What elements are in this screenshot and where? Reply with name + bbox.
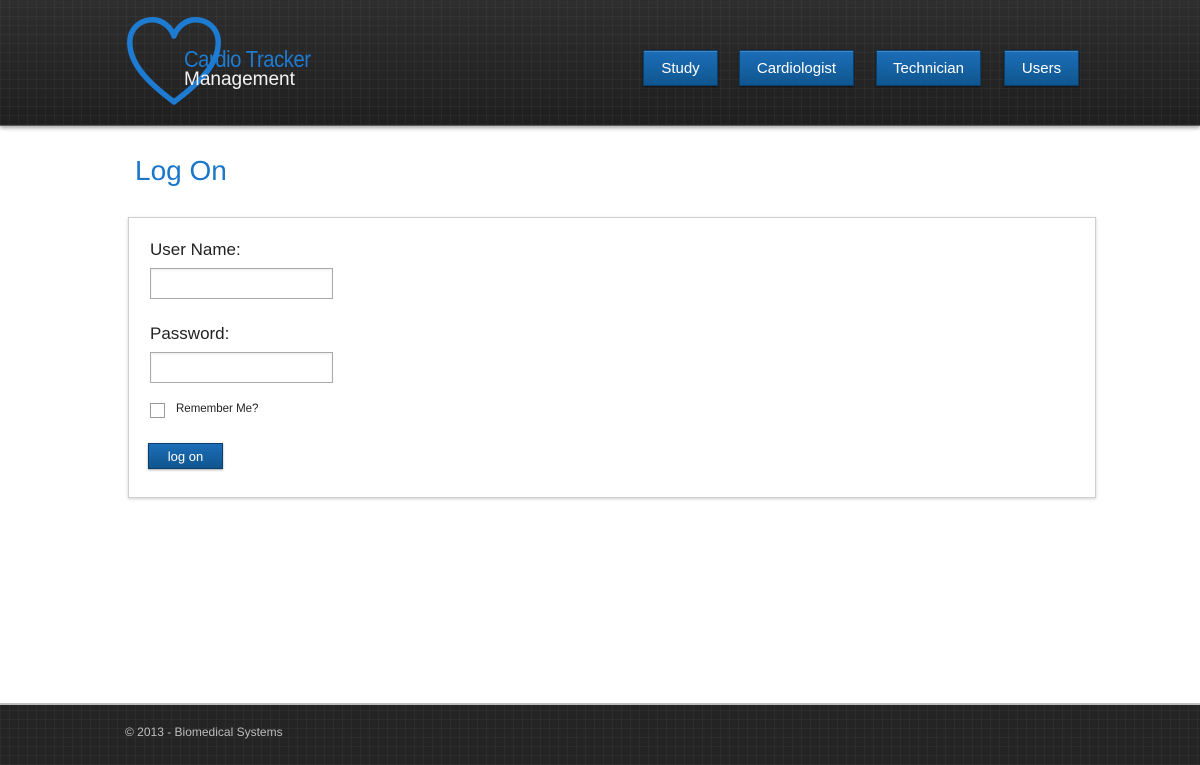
copyright-text: © 2013 - Biomedical Systems [125, 725, 283, 739]
nav-item-technician[interactable]: Technician [876, 50, 981, 86]
nav-item-cardiologist[interactable]: Cardiologist [739, 50, 854, 86]
app-header: Cardio Tracker Management Study Cardiolo… [0, 0, 1200, 126]
username-label: User Name: [150, 240, 241, 259]
password-input[interactable] [150, 352, 333, 383]
app-footer: © 2013 - Biomedical Systems [0, 703, 1200, 765]
remember-me-checkbox[interactable] [150, 403, 165, 418]
username-input[interactable] [150, 268, 333, 299]
password-label: Password: [150, 324, 230, 343]
main-nav: Study Cardiologist Technician Users [0, 50, 1200, 86]
log-on-button[interactable]: log on [148, 443, 223, 469]
login-panel: User Name: Password: Remember Me? log on [128, 217, 1096, 498]
remember-me-label[interactable]: Remember Me? [176, 403, 258, 415]
nav-item-users[interactable]: Users [1004, 50, 1079, 86]
page-title: Log On [135, 155, 227, 186]
nav-item-study[interactable]: Study [643, 50, 718, 86]
